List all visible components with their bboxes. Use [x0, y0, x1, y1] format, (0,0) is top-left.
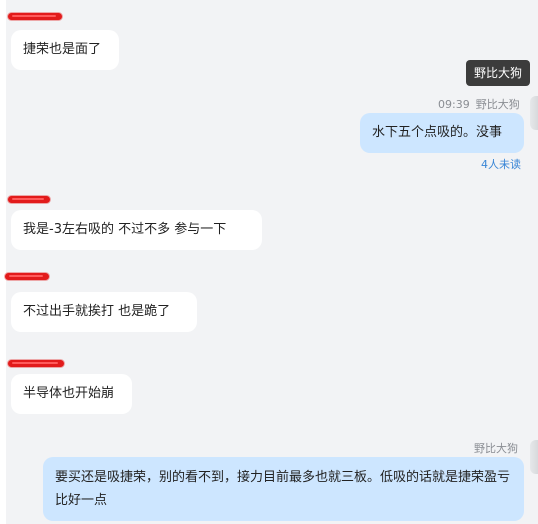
redacted-sender-name: [5, 273, 49, 280]
message-text: 我是-3左右吸的 不过不多 参与一下: [23, 222, 227, 237]
message-bubble[interactable]: 要买还是吸捷荣，别的看不到，接力目前最多也就三板。低吸的话就是捷荣盈亏比好一点: [43, 457, 524, 521]
avatar[interactable]: [530, 96, 538, 130]
sender-name[interactable]: 野比大狗: [474, 442, 518, 455]
message-text: 捷荣也是面了: [23, 42, 102, 57]
redacted-sender-name: [8, 13, 62, 20]
message-text: 水下五个点吸的。没事: [372, 125, 503, 140]
message-time: 09:39: [438, 98, 470, 111]
redacted-sender-name: [8, 196, 50, 203]
redacted-sender-name: [8, 360, 64, 367]
avatar[interactable]: [530, 440, 538, 474]
chat-left-edge: [0, 0, 6, 524]
message-bubble[interactable]: 我是-3左右吸的 不过不多 参与一下: [11, 210, 262, 250]
message-meta: 野比大狗: [474, 440, 518, 456]
message-text: 半导体也开始崩: [23, 386, 115, 401]
message-bubble[interactable]: 水下五个点吸的。没事: [360, 113, 524, 153]
message-text: 不过出手就挨打 也是跪了: [23, 304, 171, 319]
message-bubble[interactable]: 不过出手就挨打 也是跪了: [11, 292, 197, 332]
message-text: 要买还是吸捷荣，别的看不到，接力目前最多也就三板。低吸的话就是捷荣盈亏比好一点: [55, 470, 511, 508]
sender-name[interactable]: 野比大狗: [476, 98, 520, 111]
message-bubble[interactable]: 半导体也开始崩: [11, 374, 132, 414]
message-meta: 09:39 野比大狗: [438, 96, 520, 112]
message-bubble[interactable]: 捷荣也是面了: [11, 30, 119, 70]
sender-name-tooltip: 野比大狗: [466, 60, 530, 86]
unread-count[interactable]: 4人未读: [481, 156, 521, 172]
